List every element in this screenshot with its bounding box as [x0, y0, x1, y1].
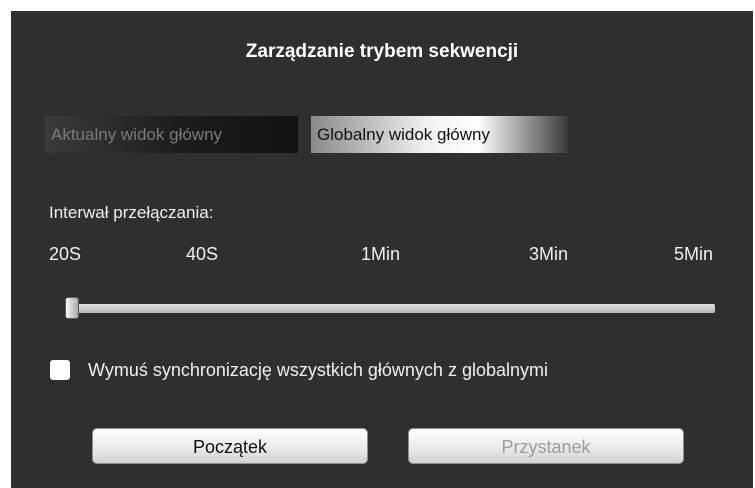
- sequence-mode-dialog: Zarządzanie trybem sekwencji Aktualny wi…: [11, 11, 753, 488]
- stop-button[interactable]: Przystanek: [408, 428, 684, 464]
- tick-label-5min: 5Min: [674, 244, 714, 264]
- interval-slider-track[interactable]: [65, 304, 715, 313]
- interval-slider-handle[interactable]: [65, 297, 79, 319]
- tab-global-main-view[interactable]: Globalny widok główny: [311, 116, 568, 153]
- tab-current-main-view[interactable]: Aktualny widok główny: [45, 116, 298, 153]
- force-sync-checkbox[interactable]: [50, 360, 70, 380]
- force-sync-label[interactable]: Wymuś synchronizację wszystkich głównych…: [88, 360, 548, 381]
- tick-label-3min: 3Min: [529, 244, 569, 264]
- interval-label: Interwał przełączania:: [49, 203, 214, 222]
- tick-label-40s: 40S: [186, 244, 219, 264]
- start-button[interactable]: Początek: [92, 428, 368, 464]
- tick-label-20s: 20S: [49, 244, 82, 264]
- tick-label-1min: 1Min: [361, 244, 401, 264]
- dialog-title: Zarządzanie trybem sekwencji: [245, 41, 519, 62]
